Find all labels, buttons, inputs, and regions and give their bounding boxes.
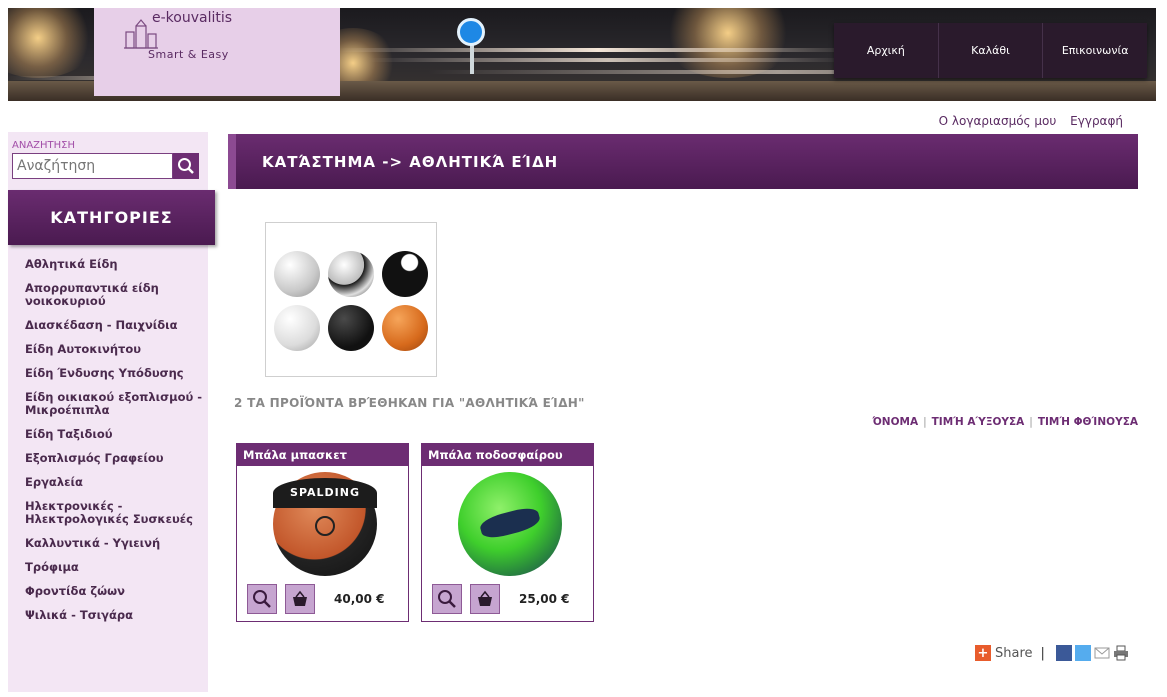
add-to-cart-button[interactable]: [285, 584, 315, 614]
product-card: Μπάλα μπασκετ SPALDING 40,00 €: [236, 443, 409, 622]
category-item[interactable]: Αθλητικά Είδη: [25, 258, 205, 271]
category-item[interactable]: Είδη Ένδυσης Υπόδυσης: [25, 367, 205, 380]
search-icon: [178, 158, 194, 174]
top-nav: Αρχική Καλάθι Επικοινωνία: [834, 23, 1147, 78]
magnifier-icon: [438, 590, 456, 608]
categories-title: ΚΑΤΗΓΟΡΙΕΣ: [8, 190, 215, 245]
search-box: [12, 153, 199, 179]
add-to-cart-button[interactable]: [470, 584, 500, 614]
share-bar: + Share |: [975, 645, 1129, 661]
page: e-kouvalitis Smart & Easy Αρχική Καλάθι …: [0, 0, 1167, 697]
facebook-icon[interactable]: [1055, 645, 1072, 661]
basketball-product-image[interactable]: SPALDING: [273, 472, 377, 576]
search-button[interactable]: [173, 153, 199, 179]
sidebar: ΑΝΑΖΗΤΗΣΗ ΚΑΤΗΓΟΡΙΕΣ Αθλητικά Είδη Απορρ…: [8, 132, 215, 692]
eight-ball-image: [382, 251, 428, 297]
category-item[interactable]: Ψιλικά - Τσιγάρα: [25, 609, 205, 622]
category-item[interactable]: Φροντίδα ζώων: [25, 585, 205, 598]
category-item[interactable]: Καλλυντικά - Υγιεινή: [25, 537, 205, 550]
banner-light: [658, 8, 798, 78]
bowling-ball-image: [328, 305, 374, 351]
nav-cart[interactable]: Καλάθι: [939, 23, 1044, 78]
my-account-link[interactable]: Ο λογαριασμός μου: [939, 114, 1057, 128]
share-separator: |: [1040, 645, 1045, 661]
banner-sign: [457, 18, 485, 46]
banner-light: [8, 8, 98, 78]
search-input[interactable]: [12, 153, 173, 179]
logo[interactable]: e-kouvalitis Smart & Easy: [94, 8, 340, 96]
share-plus-icon[interactable]: +: [975, 645, 991, 661]
sort-separator: |: [1029, 416, 1033, 428]
product-name[interactable]: Μπάλα ποδοσφαίρου: [422, 444, 593, 466]
soccer-ball-image: [328, 251, 374, 297]
category-item[interactable]: Είδη οικιακού εξοπλισμού - Μικροέπιπλα: [25, 391, 205, 417]
nav-home[interactable]: Αρχική: [834, 23, 939, 78]
product-price: 25,00 €: [519, 592, 570, 606]
category-item[interactable]: Είδη Αυτοκινήτου: [25, 343, 205, 356]
ball-pattern: [478, 504, 542, 542]
logo-title: e-kouvalitis: [152, 10, 233, 26]
category-item[interactable]: Εργαλεία: [25, 476, 205, 489]
category-item[interactable]: Ηλεκτρονικές - Ηλεκτρολογικές Συσκευές: [25, 500, 205, 526]
category-item[interactable]: Εξοπλισμός Γραφείου: [25, 452, 205, 465]
ball-logo: [315, 516, 335, 536]
basket-icon: [478, 590, 492, 606]
register-link[interactable]: Εγγραφή: [1070, 114, 1123, 128]
golf-ball-image: [274, 305, 320, 351]
search-label: ΑΝΑΖΗΤΗΣΗ: [12, 140, 75, 151]
volleyball-image: [274, 251, 320, 297]
magnifier-icon: [253, 590, 271, 608]
view-product-button[interactable]: [247, 584, 277, 614]
category-list: Αθλητικά Είδη Απορρυπαντικά είδη νοικοκυ…: [25, 258, 205, 633]
view-product-button[interactable]: [432, 584, 462, 614]
basket-icon: [293, 590, 307, 606]
category-item[interactable]: Τρόφιμα: [25, 561, 205, 574]
product-name[interactable]: Μπάλα μπασκετ: [237, 444, 408, 466]
basketball-image: [382, 305, 428, 351]
sort-separator: |: [923, 416, 927, 428]
email-icon[interactable]: [1094, 645, 1110, 661]
account-links: Ο λογαριασμός μου Εγγραφή: [929, 114, 1123, 128]
category-image: [265, 222, 437, 377]
banner-streak: [368, 58, 848, 62]
product-price: 40,00 €: [334, 592, 385, 606]
category-item[interactable]: Είδη Ταξιδιού: [25, 428, 205, 441]
sort-options: ΌΝΟΜΑ | ΤΙΜΉ ΑΎΞΟΥΣΑ | ΤΙΜΉ ΦΘΊΝΟΥΣΑ: [872, 416, 1138, 428]
category-item[interactable]: Απορρυπαντικά είδη νοικοκυριού: [25, 282, 205, 308]
sort-name[interactable]: ΌΝΟΜΑ: [872, 416, 918, 428]
soccer-ball-product-image[interactable]: [458, 472, 562, 576]
banner-streak: [338, 48, 858, 52]
share-button[interactable]: Share: [995, 646, 1033, 661]
sort-price-desc[interactable]: ΤΙΜΉ ΦΘΊΝΟΥΣΑ: [1038, 416, 1138, 428]
logo-tagline: Smart & Easy: [148, 48, 229, 61]
print-icon[interactable]: [1113, 645, 1129, 661]
ball-brand-text: SPALDING: [290, 486, 360, 499]
twitter-icon[interactable]: [1074, 645, 1091, 661]
page-title: ΚΑΤΆΣΤΗΜΑ -> ΑΘΛΗΤΙΚΆ ΕΊΔΗ: [228, 134, 1138, 189]
category-item[interactable]: Διασκέδαση - Παιχνίδια: [25, 319, 205, 332]
header-banner: e-kouvalitis Smart & Easy Αρχική Καλάθι …: [8, 8, 1156, 101]
sort-price-asc[interactable]: ΤΙΜΉ ΑΎΞΟΥΣΑ: [932, 416, 1025, 428]
product-card: Μπάλα ποδοσφαίρου 25,00 €: [421, 443, 594, 622]
nav-contact[interactable]: Επικοινωνία: [1043, 23, 1147, 78]
results-count: 2 ΤΑ ΠΡΟΪΌΝΤΑ ΒΡΈΘΗΚΑΝ ΓΙΑ "ΑΘΛΗΤΙΚΆ ΕΊΔ…: [234, 396, 585, 410]
